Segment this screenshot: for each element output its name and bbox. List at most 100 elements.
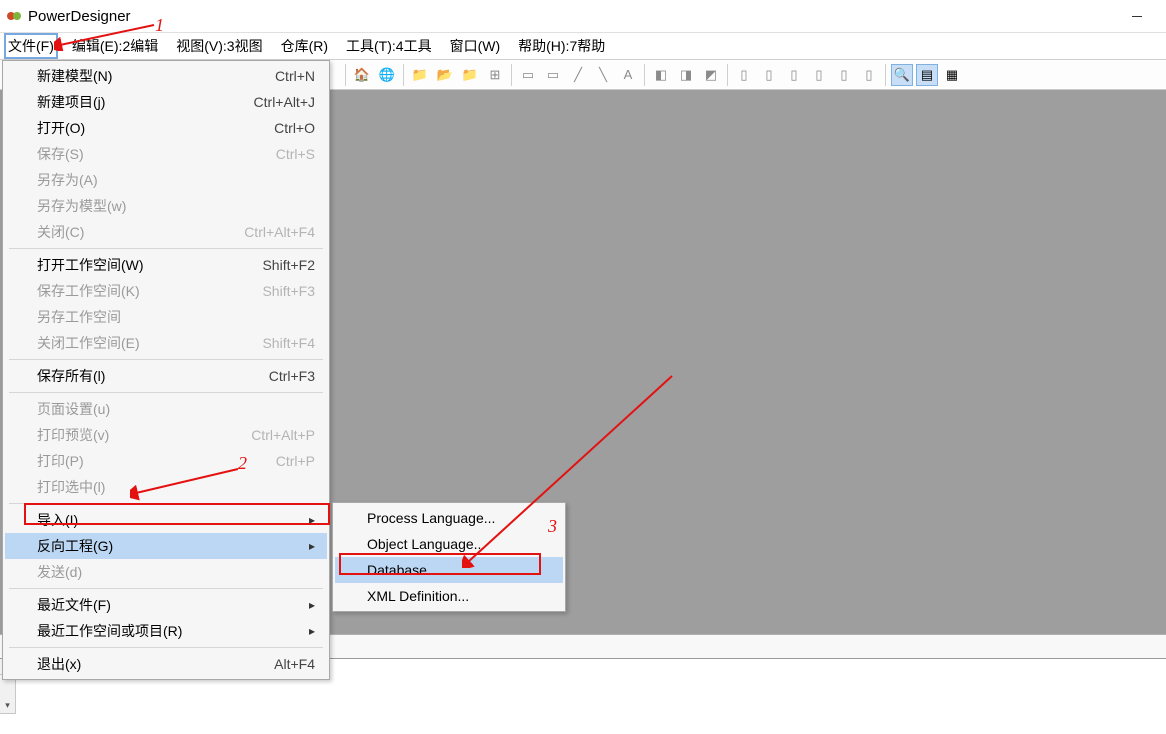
submenu-arrow-icon: ▸ <box>309 539 315 553</box>
menuitem-label: Process Language... <box>367 510 495 526</box>
menuitem-import[interactable]: 导入(I) ▸ <box>5 507 327 533</box>
menuitem-open-workspace[interactable]: 打开工作空间(W) Shift+F2 <box>5 252 327 278</box>
minimize-button[interactable] <box>1114 0 1160 32</box>
menu-tools[interactable]: 工具(T):4工具 <box>342 33 436 59</box>
submenu-arrow-icon: ▸ <box>309 598 315 612</box>
menu-view[interactable]: 视图(V):3视图 <box>172 33 266 59</box>
menuitem-shortcut: Ctrl+Alt+J <box>254 94 315 110</box>
menuitem-new-model[interactable]: 新建模型(N) Ctrl+N <box>5 63 327 89</box>
menuitem-exit[interactable]: 退出(x)Alt+F4 <box>5 651 327 677</box>
reverse-eng-submenu: Process Language... Object Language... D… <box>332 502 566 612</box>
menuitem-close-workspace: 关闭工作空间(E)Shift+F4 <box>5 330 327 356</box>
menuitem-new-project[interactable]: 新建项目(j)Ctrl+Alt+J <box>5 89 327 115</box>
menuitem-label: 打开工作空间(W) <box>37 255 144 275</box>
toolbar-separator <box>345 64 346 86</box>
menuitem-recent-files[interactable]: 最近文件(F) ▸ <box>5 592 327 618</box>
menuitem-print-preview: 打印预览(v) Ctrl+Alt+P <box>5 422 327 448</box>
menu-edit[interactable]: 编辑(E):2编辑 <box>68 33 162 59</box>
toolbar-align4-icon[interactable]: ▯ <box>808 64 830 86</box>
toolbar-view2-icon[interactable]: ▤ <box>916 64 938 86</box>
menu-separator <box>9 248 323 249</box>
toolbar-separator <box>644 64 645 86</box>
menuitem-label: 打开(O) <box>37 118 85 138</box>
toolbar-separator <box>511 64 512 86</box>
menuitem-shortcut: Ctrl+Alt+P <box>251 427 315 443</box>
toolbar-view1-icon[interactable]: 🔍 <box>891 64 913 86</box>
menuitem-save-as-model: 另存为模型(w) <box>5 193 327 219</box>
toolbar-text-icon[interactable]: A <box>617 64 639 86</box>
menuitem-shortcut: Shift+F3 <box>262 283 315 299</box>
menuitem-label: 另存为模型(w) <box>37 196 126 216</box>
toolbar-link2-icon[interactable]: ╲ <box>592 64 614 86</box>
menuitem-open[interactable]: 打开(O)Ctrl+O <box>5 115 327 141</box>
menuitem-print: 打印(P) Ctrl+P <box>5 448 327 474</box>
menu-file[interactable]: 文件(F) <box>4 33 58 59</box>
menuitem-label: 反向工程(G) <box>37 536 113 556</box>
toolbar-folder-sync-icon[interactable]: 📁 <box>459 64 481 86</box>
menuitem-shortcut: Alt+F4 <box>274 656 315 672</box>
menuitem-label: 打印预览(v) <box>37 425 109 445</box>
menuitem-recent-workspaces[interactable]: 最近工作空间或项目(R) ▸ <box>5 618 327 644</box>
toolbar-align1-icon[interactable]: ▯ <box>733 64 755 86</box>
toolbar-tree-icon[interactable]: ⊞ <box>484 64 506 86</box>
toolbar-style2-icon[interactable]: ◨ <box>675 64 697 86</box>
menu-separator <box>9 647 323 648</box>
menuitem-reverse-eng[interactable]: 反向工程(G) ▸ <box>5 533 327 559</box>
toolbar-world-icon[interactable]: 🌐 <box>376 64 398 86</box>
submenu-object-language[interactable]: Object Language... <box>335 531 563 557</box>
menuitem-label: 保存(S) <box>37 144 84 164</box>
toolbar-separator <box>885 64 886 86</box>
toolbar-entity-icon[interactable]: ▭ <box>517 64 539 86</box>
app-icon <box>6 8 22 24</box>
menuitem-label: Object Language... <box>367 536 485 552</box>
toolbar-folder-icon[interactable]: 📁 <box>409 64 431 86</box>
menuitem-shortcut: Shift+F4 <box>262 335 315 351</box>
menuitem-page-setup: 页面设置(u) <box>5 396 327 422</box>
submenu-xml-definition[interactable]: XML Definition... <box>335 583 563 609</box>
menuitem-close: 关闭(C) Ctrl+Alt+F4 <box>5 219 327 245</box>
menuitem-save: 保存(S) Ctrl+S <box>5 141 327 167</box>
menuitem-label: 打印(P) <box>37 451 84 471</box>
menu-help[interactable]: 帮助(H):7帮助 <box>514 33 609 59</box>
menuitem-label: 打印选中(l) <box>37 477 105 497</box>
menuitem-label: 保存所有(l) <box>37 366 105 386</box>
menuitem-label: XML Definition... <box>367 588 469 604</box>
menu-repository[interactable]: 仓库(R) <box>277 33 332 59</box>
menuitem-label: 保存工作空间(K) <box>37 281 140 301</box>
submenu-process-language[interactable]: Process Language... <box>335 505 563 531</box>
menuitem-shortcut: Ctrl+Alt+F4 <box>244 224 315 240</box>
menuitem-label: 导入(I) <box>37 510 78 530</box>
toolbar-entity2-icon[interactable]: ▭ <box>542 64 564 86</box>
toolbar-home-icon[interactable]: 🏠 <box>351 64 373 86</box>
toolbar-align6-icon[interactable]: ▯ <box>858 64 880 86</box>
menuitem-label: Database... <box>367 562 439 578</box>
menuitem-shortcut: Ctrl+P <box>276 453 315 469</box>
menu-window[interactable]: 窗口(W) <box>446 33 505 59</box>
menuitem-label: 关闭(C) <box>37 222 84 242</box>
menu-separator <box>9 359 323 360</box>
menuitem-label: 最近文件(F) <box>37 595 111 615</box>
toolbar-grid-icon[interactable]: ▦ <box>941 64 963 86</box>
file-menu-dropdown: 新建模型(N)Ctrl+N 新建项目(j)Ctrl+Alt+J 打开(O)Ctr… <box>2 60 330 680</box>
menuitem-shortcut: Ctrl+N <box>275 68 315 84</box>
menuitem-shortcut: Ctrl+S <box>276 146 315 162</box>
toolbar-align2-icon[interactable]: ▯ <box>758 64 780 86</box>
menuitem-saveas-workspace: 另存工作空间 <box>5 304 327 330</box>
toolbar-style3-icon[interactable]: ◩ <box>700 64 722 86</box>
submenu-arrow-icon: ▸ <box>309 624 315 638</box>
toolbar-separator <box>727 64 728 86</box>
toolbar-align3-icon[interactable]: ▯ <box>783 64 805 86</box>
submenu-arrow-icon: ▸ <box>309 513 315 527</box>
scroll-down-icon[interactable]: ▾ <box>0 698 15 714</box>
toolbar-align5-icon[interactable]: ▯ <box>833 64 855 86</box>
menuitem-label: 最近工作空间或项目(R) <box>37 621 182 641</box>
toolbar-folder-open-icon[interactable]: 📂 <box>434 64 456 86</box>
title-bar: PowerDesigner <box>0 0 1166 32</box>
submenu-database[interactable]: Database... <box>335 557 563 583</box>
menuitem-save-all[interactable]: 保存所有(l)Ctrl+F3 <box>5 363 327 389</box>
toolbar-style-icon[interactable]: ◧ <box>650 64 672 86</box>
menuitem-shortcut: Shift+F2 <box>262 257 315 273</box>
menuitem-label: 新建模型(N) <box>37 66 112 86</box>
menu-separator <box>9 392 323 393</box>
toolbar-link-icon[interactable]: ╱ <box>567 64 589 86</box>
